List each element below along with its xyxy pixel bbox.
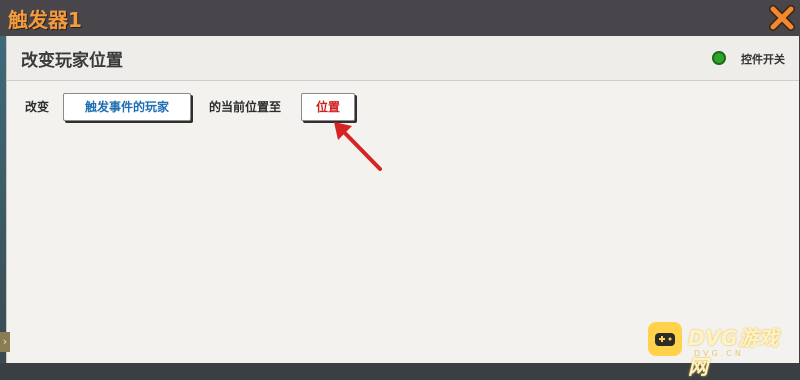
action-title: 改变玩家位置 [21, 51, 123, 71]
close-button[interactable] [768, 4, 796, 32]
row-prefix-text: 改变 [25, 100, 50, 114]
gamepad-logo-icon [648, 322, 682, 356]
row-middle-text: 的当前位置至 [209, 100, 282, 114]
annotation-arrow-icon [334, 122, 382, 171]
watermark-subtext: DVG.CN [694, 349, 744, 358]
control-toggle[interactable] [712, 51, 726, 65]
watermark: DVG游戏网 DVG.CN [648, 318, 798, 379]
trigger-panel: 改变玩家位置 控件开关 改变 触发事件的玩家 的当前位置至 位置 [6, 36, 799, 363]
control-toggle-label: 控件开关 [741, 53, 785, 66]
title-bar: 触发器1 [0, 0, 800, 36]
side-expand-tab[interactable]: › [0, 332, 10, 352]
close-x-icon [769, 5, 795, 31]
window-title: 触发器1 [8, 8, 82, 32]
target-player-chip[interactable]: 触发事件的玩家 [63, 93, 191, 121]
panel-header: 改变玩家位置 控件开关 [7, 36, 799, 81]
